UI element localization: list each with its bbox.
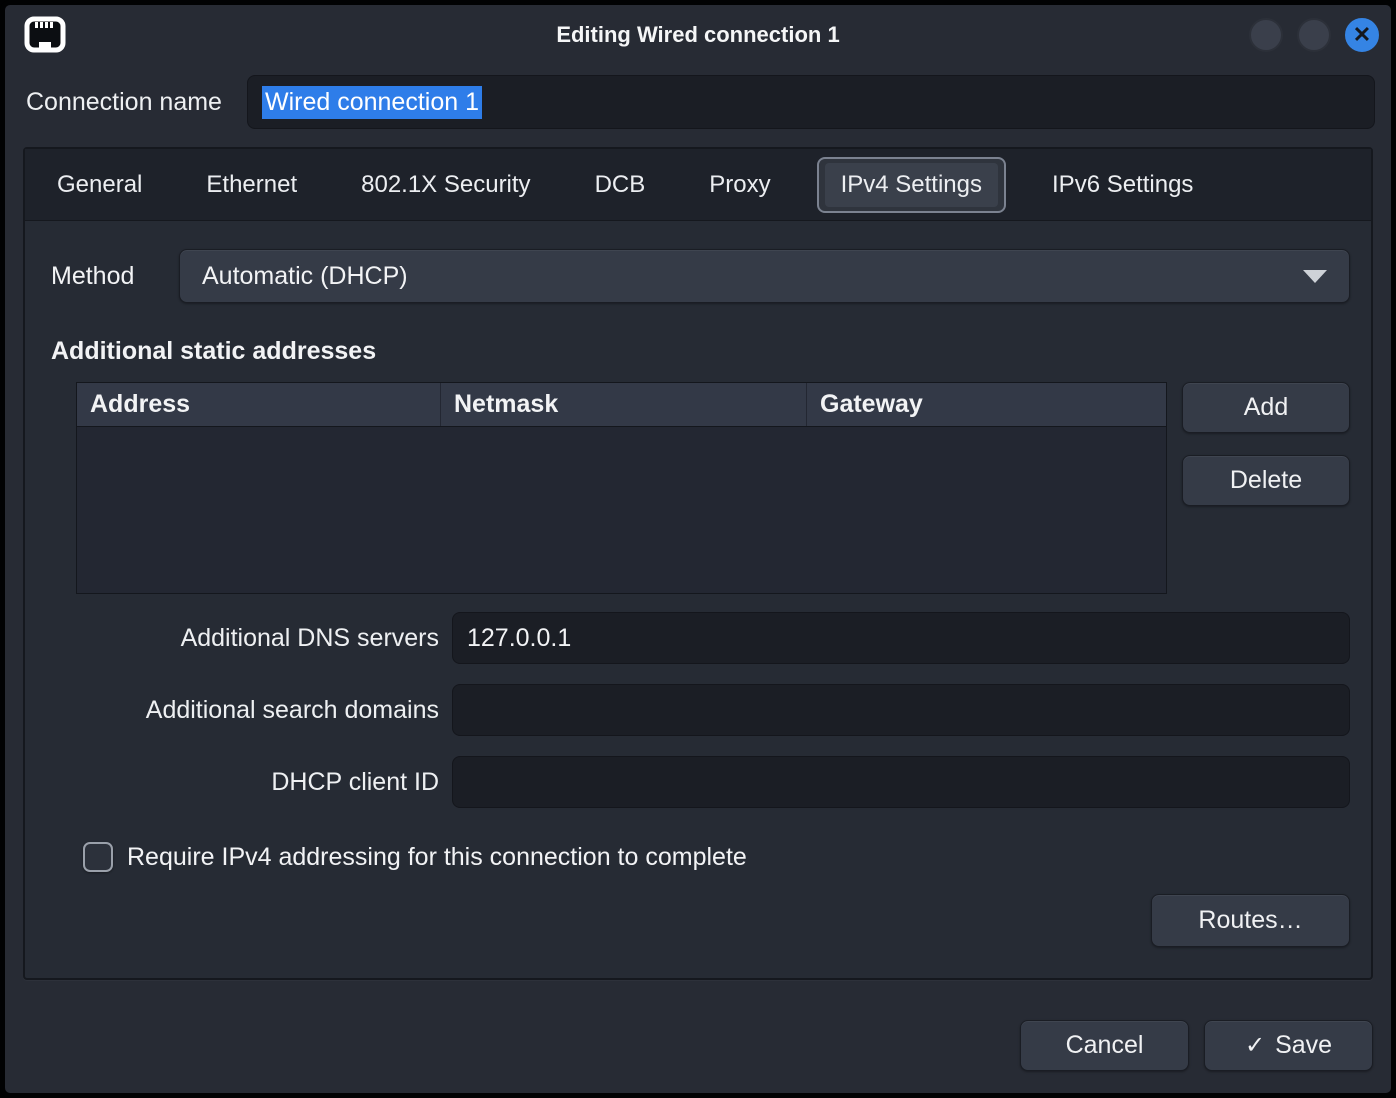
column-header-gateway[interactable]: Gateway [806, 383, 1166, 426]
require-ipv4-checkbox[interactable] [83, 842, 113, 872]
checkmark-icon: ✓ [1245, 1031, 1265, 1060]
tab-ipv6-settings[interactable]: IPv6 Settings [1034, 161, 1211, 209]
addresses-table-header: Address Netmask Gateway [77, 383, 1166, 427]
dhcp-client-id-label: DHCP client ID [51, 768, 439, 797]
save-button[interactable]: ✓ Save [1204, 1020, 1373, 1071]
addresses-table[interactable]: Address Netmask Gateway [76, 382, 1167, 594]
settings-notebook: General Ethernet 802.1X Security DCB Pro… [23, 147, 1373, 980]
tab-8021x-security[interactable]: 802.1X Security [343, 161, 548, 209]
save-button-label: Save [1275, 1031, 1332, 1060]
tab-ethernet[interactable]: Ethernet [188, 161, 315, 209]
connection-name-value: Wired connection 1 [262, 86, 482, 119]
search-domains-label: Additional search domains [51, 696, 439, 725]
chevron-down-icon [1303, 270, 1327, 283]
ipv4-settings-panel: Method Automatic (DHCP) Additional stati… [25, 221, 1371, 978]
delete-button[interactable]: Delete [1182, 455, 1350, 506]
cancel-button[interactable]: Cancel [1020, 1020, 1189, 1071]
dhcp-client-id-input[interactable] [452, 756, 1350, 808]
tab-general[interactable]: General [39, 161, 160, 209]
connection-name-input[interactable]: Wired connection 1 [247, 75, 1375, 129]
add-button[interactable]: Add [1182, 382, 1350, 433]
ethernet-port-icon [23, 15, 67, 55]
maximize-button[interactable] [1297, 18, 1331, 52]
close-button[interactable]: ✕ [1345, 18, 1379, 52]
column-header-address[interactable]: Address [77, 383, 440, 426]
dialog-action-area: Cancel ✓ Save [5, 980, 1391, 1071]
dns-servers-label: Additional DNS servers [51, 624, 439, 653]
titlebar: Editing Wired connection 1 ✕ [5, 5, 1391, 65]
tab-ipv4-settings[interactable]: IPv4 Settings [817, 157, 1006, 213]
method-label: Method [51, 262, 179, 291]
tab-dcb[interactable]: DCB [577, 161, 664, 209]
window-title: Editing Wired connection 1 [5, 22, 1391, 48]
minimize-button[interactable] [1249, 18, 1283, 52]
method-dropdown[interactable]: Automatic (DHCP) [179, 249, 1350, 303]
column-header-netmask[interactable]: Netmask [440, 383, 806, 426]
addresses-section-title: Additional static addresses [51, 337, 1350, 366]
dialog-editing-wired-connection: Editing Wired connection 1 ✕ Connection … [0, 0, 1396, 1098]
dns-servers-input[interactable] [452, 612, 1350, 664]
method-value: Automatic (DHCP) [202, 262, 408, 291]
tab-strip: General Ethernet 802.1X Security DCB Pro… [25, 149, 1371, 221]
routes-button[interactable]: Routes… [1151, 894, 1350, 947]
connection-name-label: Connection name [26, 88, 222, 117]
tab-proxy[interactable]: Proxy [691, 161, 788, 209]
search-domains-input[interactable] [452, 684, 1350, 736]
addresses-table-body[interactable] [77, 427, 1166, 594]
close-icon: ✕ [1353, 24, 1371, 46]
require-ipv4-label: Require IPv4 addressing for this connect… [127, 843, 747, 872]
